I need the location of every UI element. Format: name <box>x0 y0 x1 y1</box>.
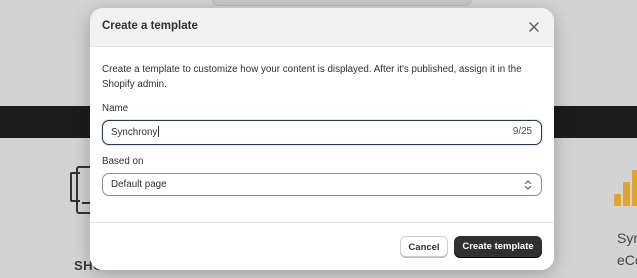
name-input-value: Synchrony <box>111 127 158 138</box>
side-text-line-1: Syn <box>617 230 637 246</box>
create-template-button[interactable]: Create template <box>454 236 542 257</box>
name-input[interactable]: Synchrony 9/25 <box>102 120 542 145</box>
chevron-up-down-icon <box>524 180 532 190</box>
modal-header: Create a template <box>90 8 554 47</box>
name-char-count: 9/25 <box>512 126 532 137</box>
modal-title: Create a template <box>102 20 198 32</box>
side-text-line-2: eCo <box>617 252 637 268</box>
name-label: Name <box>102 103 129 114</box>
based-on-select[interactable]: Default page <box>102 173 542 196</box>
close-icon <box>529 22 539 32</box>
based-on-label: Based on <box>102 156 144 167</box>
modal-body: Create a template to customize how your … <box>90 47 554 196</box>
cancel-button[interactable]: Cancel <box>400 236 448 257</box>
modal-description: Create a template to customize how your … <box>102 64 522 90</box>
create-template-modal: Create a template Create a template to c… <box>90 8 554 270</box>
based-on-select-value: Default page <box>111 179 167 190</box>
bar-chart-icon <box>614 168 637 206</box>
background-card <box>212 0 472 6</box>
modal-footer: Cancel Create template <box>90 222 554 270</box>
close-button[interactable] <box>527 20 541 34</box>
